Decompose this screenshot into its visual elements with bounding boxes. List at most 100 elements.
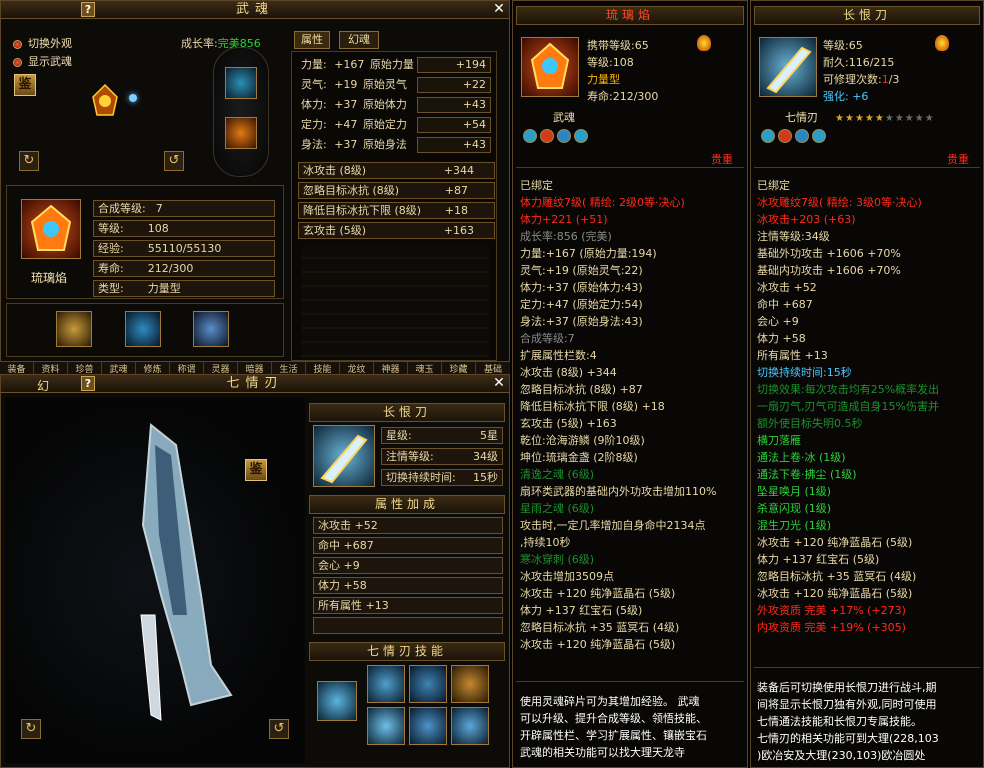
tooltip-body: 已绑定 冰攻雕纹7级( 精绘: 3级0等·决心) 冰攻击+203 (+63) 注情等级… [757, 177, 981, 636]
zhuqing-row: 注情等级: 34级 [381, 448, 503, 465]
ext-attr-value: +344 [443, 164, 474, 177]
tab-strip-item[interactable]: 资料 [34, 362, 68, 374]
show-wuhun-option[interactable]: 显示武魂 [13, 53, 72, 69]
tab-strip-item[interactable]: 珍兽 [68, 362, 102, 374]
ext-attr-row[interactable]: 降低目标冰抗下限 (8级) +18 [298, 202, 495, 219]
tab-strip-item[interactable]: 生活 [272, 362, 306, 374]
gem-icon [778, 129, 792, 143]
ext-attr-row[interactable]: 冰攻击 (8级) +344 [298, 162, 495, 179]
gem-icon [812, 129, 826, 143]
star-icon: ★ [894, 113, 904, 124]
footer-line: 间将显示长恨刀独有外观,同时可使用 [757, 698, 937, 711]
stat-row: 定力: +47 原始定力 +54 [301, 115, 491, 135]
tooltip-line: 冰攻击 +52 [757, 281, 817, 294]
tab-huanhun[interactable]: 幻魂 [339, 31, 379, 49]
radio-icon [13, 57, 22, 67]
tab-strip-item[interactable]: 灵器 [204, 362, 238, 374]
help-button[interactable]: ? [81, 2, 95, 17]
ext-attr-row[interactable]: 玄攻击 (5级) +163 [298, 222, 495, 239]
skill-icon[interactable] [367, 665, 405, 703]
skill-icon[interactable] [409, 665, 447, 703]
appraise-button[interactable]: 鉴 [14, 74, 36, 96]
gem-icon [795, 129, 809, 143]
stat-label: 定力: [301, 118, 327, 131]
tooltip-line: 忽略目标冰抗 (8级) +87 [520, 383, 643, 396]
weapon-name-header: 长恨刀 [309, 403, 505, 422]
wuhun-model-icon [87, 83, 123, 119]
empty-slot-area [301, 245, 489, 357]
tab-strip-item[interactable]: 龙纹 [340, 362, 374, 374]
hunyu-slot-2[interactable] [225, 117, 257, 149]
skill-icon[interactable] [409, 707, 447, 745]
close-button[interactable]: ✕ [491, 376, 507, 392]
tooltip-line: 体力 +58 [757, 332, 806, 345]
stat-orig: 原始身法 [362, 138, 407, 151]
ext-attr-row[interactable]: 忽略目标冰抗 (8级) +87 [298, 182, 495, 199]
rotate-left-button[interactable]: ↻ [19, 151, 39, 171]
rotate-left-button[interactable]: ↻ [21, 719, 41, 739]
tooltip-line: 体力+221 (+51) [520, 213, 608, 226]
gem-icon [761, 129, 775, 143]
skill-icon[interactable] [125, 311, 161, 347]
ext-attr-label: 降低目标冰抗下限 (8级) [303, 204, 422, 217]
star-label: 星级: [386, 429, 412, 442]
hunyu-slot-1[interactable] [225, 67, 257, 99]
ext-attr-label: 玄攻击 (5级) [303, 224, 367, 237]
tab-strip-item[interactable]: 称谓 [170, 362, 204, 374]
tab-strip-item[interactable]: 修炼 [136, 362, 170, 374]
switch-appearance-option[interactable]: 切换外观 [13, 35, 72, 51]
rotate-right-button[interactable]: ↺ [164, 151, 184, 171]
wuhun-title: 武魂 [1, 1, 509, 19]
tooltip-line: 冰攻击 (8级) +344 [520, 366, 617, 379]
ext-attr-value: +18 [444, 204, 468, 217]
tooltip-line: 混生刀光 (1级) [757, 519, 832, 532]
stat-orig: 原始灵气 [362, 78, 407, 91]
tab-strip-item[interactable]: 装备 [0, 362, 34, 374]
footer-line: 使用灵魂碎片可为其增加经验。 武魂 [520, 695, 700, 708]
tooltip-line: 攻击时,一定几率增加自身命中2134点 [520, 519, 706, 532]
tab-strip-item[interactable]: 暗器 [238, 362, 272, 374]
skill-icon[interactable] [317, 681, 357, 721]
switch-appearance-label: 切换外观 [28, 37, 72, 50]
skill-icon[interactable] [56, 311, 92, 347]
weapon-portrait[interactable] [313, 425, 375, 487]
footer-line: 七情刃的相关功能可到大理(228,103 [757, 732, 939, 745]
tab-strip-item[interactable]: 魂玉 [408, 362, 442, 374]
stat-base: +167 [334, 58, 365, 71]
tooltip-line: 扇环类武器的基础内外功攻击增加110% [520, 485, 717, 498]
rotate-right-button[interactable]: ↺ [269, 719, 289, 739]
stat-orig: 原始力量 [369, 58, 414, 71]
tab-strip-item[interactable]: 珍藏 [442, 362, 476, 374]
skill-icon[interactable] [451, 665, 489, 703]
stat-orig: 原始体力 [362, 98, 407, 111]
tab-strip-item[interactable]: 基础 [476, 362, 510, 374]
tooltip-line: 杀意闪现 (1级) [757, 502, 832, 515]
tooltip-line: 冰攻击+203 (+63) [757, 213, 856, 226]
attr-bonus-row: 体力 +58 [313, 577, 503, 594]
appraise-button[interactable]: 鉴 [245, 459, 267, 481]
precious-tag: 贵重 [947, 153, 969, 166]
tab-strip-item[interactable]: 技能 [306, 362, 340, 374]
tooltip-line: 寒冰穿刺 (6级) [520, 553, 595, 566]
item-subtitle: 七情刃 [785, 111, 818, 124]
tooltip-line: 体力 +137 红宝石 (5级) [520, 604, 643, 617]
skill-icon[interactable] [367, 707, 405, 745]
wuhun-portrait[interactable] [21, 199, 81, 259]
tooltip-line: ,持续10秒 [520, 536, 571, 549]
huan-tab[interactable]: 幻 [37, 377, 49, 394]
help-button[interactable]: ? [81, 376, 95, 391]
info-row: 经验: 55110/55130 [93, 240, 275, 257]
precious-tag: 贵重 [711, 153, 733, 166]
skill-icon[interactable] [193, 311, 229, 347]
radio-icon [13, 39, 22, 49]
tooltip-line: 扩展属性栏数:4 [520, 349, 597, 362]
tab-strip-item[interactable]: 武魂 [102, 362, 136, 374]
stat-row: 体力: +37 原始体力 +43 [301, 95, 491, 115]
tab-attributes[interactable]: 属性 [294, 31, 330, 49]
close-button[interactable]: ✕ [491, 2, 507, 18]
skill-icon[interactable] [451, 707, 489, 745]
tooltip-line: 会心 +9 [757, 315, 799, 328]
info-value: 108 [147, 222, 169, 235]
tooltip-line: 身法:+37 (原始身法:43) [520, 315, 643, 328]
tab-strip-item[interactable]: 神器 [374, 362, 408, 374]
